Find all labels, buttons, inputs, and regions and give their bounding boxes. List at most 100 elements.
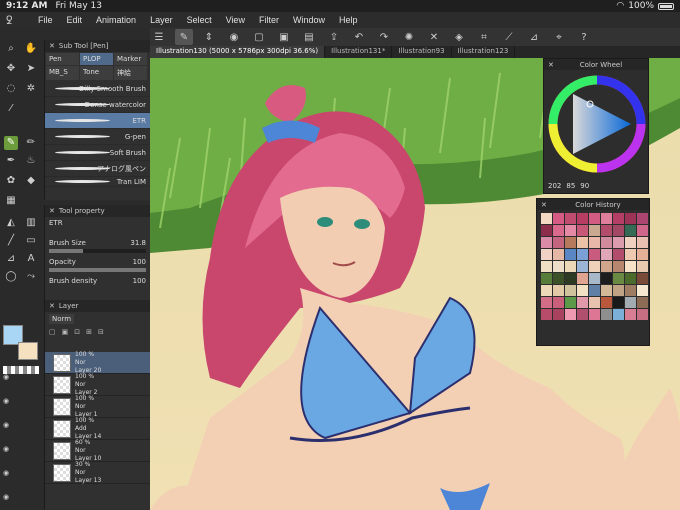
color-history-swatch[interactable]: [577, 285, 588, 296]
color-history-swatch[interactable]: [577, 237, 588, 248]
color-history-swatch[interactable]: [565, 225, 576, 236]
color-history-swatch[interactable]: [625, 261, 636, 272]
color-history-swatch[interactable]: [637, 309, 648, 320]
color-history-swatch[interactable]: [553, 285, 564, 296]
menu-animation[interactable]: Animation: [96, 15, 136, 25]
color-history-swatch[interactable]: [541, 309, 552, 320]
hand-icon[interactable]: ✋: [24, 42, 38, 56]
color-history-swatch[interactable]: [565, 297, 576, 308]
new-layer-icon[interactable]: ▢: [49, 328, 56, 336]
brush-item-selected[interactable]: ETR: [45, 113, 150, 129]
layer-row[interactable]: 30 % Nor Layer 13: [45, 461, 150, 484]
subtool-tab-marker[interactable]: Marker: [114, 53, 147, 65]
new-canvas-icon[interactable]: ▢: [250, 29, 268, 45]
color-history-swatch[interactable]: [553, 309, 564, 320]
color-history-swatch[interactable]: [577, 273, 588, 284]
color-history-swatch[interactable]: [565, 285, 576, 296]
color-history-swatch[interactable]: [625, 249, 636, 260]
color-history-swatch[interactable]: [577, 213, 588, 224]
figure-icon[interactable]: ╱: [4, 234, 18, 248]
magic-wand-icon[interactable]: ✲: [24, 82, 38, 96]
blend-mode-select[interactable]: Norm: [49, 314, 75, 324]
eye-icon[interactable]: ◉: [3, 421, 9, 429]
layer-row[interactable]: 100 % Nor Layer 1: [45, 395, 150, 418]
brush-item[interactable]: アナログ風ペン: [45, 161, 150, 177]
eye-icon[interactable]: ◉: [3, 493, 9, 501]
subtool-tab-plop[interactable]: PLOP: [80, 53, 113, 65]
color-history-swatch[interactable]: [637, 249, 648, 260]
clear-icon[interactable]: ✕: [425, 29, 443, 45]
color-history-swatch[interactable]: [613, 297, 624, 308]
subtool-tab-tone[interactable]: Tone: [80, 66, 113, 80]
eye-icon[interactable]: ◉: [3, 469, 9, 477]
color-history-swatch[interactable]: [625, 273, 636, 284]
color-history-swatch[interactable]: [589, 225, 600, 236]
color-history-swatch[interactable]: [625, 225, 636, 236]
fill-icon[interactable]: ◈: [450, 29, 468, 45]
layer-row[interactable]: 100 % Nor Layer 20: [45, 351, 150, 374]
layer-row[interactable]: 100 % Nor Layer 2: [45, 373, 150, 396]
color-history-swatch[interactable]: [637, 285, 648, 296]
color-history-swatch[interactable]: [601, 261, 612, 272]
balloon-icon[interactable]: ◯: [4, 270, 18, 284]
folder-icon[interactable]: ▣: [62, 328, 69, 336]
decoration-icon[interactable]: ✿: [4, 174, 18, 188]
color-history-swatch[interactable]: [589, 249, 600, 260]
move-layer-icon[interactable]: ✥: [4, 62, 18, 76]
color-history-swatch[interactable]: [565, 261, 576, 272]
menu-filter[interactable]: Filter: [259, 15, 279, 25]
subtool-tab-mbs[interactable]: MB_S: [46, 66, 79, 80]
pen-tool-icon[interactable]: ✎: [4, 136, 18, 150]
color-history-swatch[interactable]: [637, 297, 648, 308]
menu-layer[interactable]: Layer: [150, 15, 173, 25]
eye-icon[interactable]: ◉: [3, 397, 9, 405]
color-history-swatch[interactable]: [553, 249, 564, 260]
operation-icon[interactable]: ➤: [24, 62, 38, 76]
eraser-icon[interactable]: ◆: [24, 174, 38, 188]
trash-icon[interactable]: ⊟: [98, 328, 104, 336]
tab-illustration130[interactable]: Illustration130 (5000 x 5786px 300dpi 36…: [150, 46, 326, 58]
airbrush-icon[interactable]: ♨: [24, 154, 38, 168]
eye-icon[interactable]: ◉: [3, 373, 9, 381]
close-icon[interactable]: ✕: [49, 207, 55, 215]
ruler-tool-icon[interactable]: ⊿: [4, 252, 18, 266]
color-history-swatch[interactable]: [553, 225, 564, 236]
brush-item[interactable]: G-pen: [45, 129, 150, 145]
color-history-swatch[interactable]: [553, 237, 564, 248]
clip-icon[interactable]: ⊞: [86, 328, 92, 336]
color-history-swatch[interactable]: [613, 273, 624, 284]
undo-icon[interactable]: ↶: [350, 29, 368, 45]
redo-icon[interactable]: ↷: [375, 29, 393, 45]
color-history-swatch[interactable]: [601, 273, 612, 284]
color-history-swatch[interactable]: [625, 309, 636, 320]
opacity-slider[interactable]: [49, 268, 146, 272]
color-history-swatch[interactable]: [577, 309, 588, 320]
ruler-settings-icon[interactable]: ⊿: [525, 29, 543, 45]
color-history-swatch[interactable]: [541, 237, 552, 248]
color-history-swatch[interactable]: [565, 309, 576, 320]
brush-tool-icon[interactable]: ✒: [4, 154, 18, 168]
color-history-swatch[interactable]: [625, 213, 636, 224]
density-value[interactable]: 100: [133, 277, 146, 285]
color-history-swatch[interactable]: [601, 237, 612, 248]
color-history-swatch[interactable]: [613, 225, 624, 236]
export-icon[interactable]: ⇪: [325, 29, 343, 45]
tab-illustration93[interactable]: Illustration93: [392, 46, 452, 58]
menu-help[interactable]: Help: [339, 15, 358, 25]
color-history-swatch[interactable]: [601, 225, 612, 236]
tab-illustration131[interactable]: Illustration131*: [325, 46, 393, 58]
tab-illustration123[interactable]: Illustration123: [452, 46, 516, 58]
color-history-swatch[interactable]: [577, 225, 588, 236]
color-history-swatch[interactable]: [565, 213, 576, 224]
color-history-swatch[interactable]: [577, 297, 588, 308]
ruler-icon[interactable]: ⟋: [500, 29, 518, 45]
correct-line-icon[interactable]: ⤳: [24, 270, 38, 284]
loading-icon[interactable]: ✺: [400, 29, 418, 45]
blend-icon[interactable]: ▦: [4, 194, 18, 208]
color-history-swatch[interactable]: [613, 213, 624, 224]
snap-icon[interactable]: ⌖: [550, 29, 568, 45]
gradient-icon[interactable]: ▥: [24, 216, 38, 230]
color-history-swatch[interactable]: [637, 213, 648, 224]
crop-icon[interactable]: ⌗: [475, 29, 493, 45]
color-history-swatch[interactable]: [637, 261, 648, 272]
